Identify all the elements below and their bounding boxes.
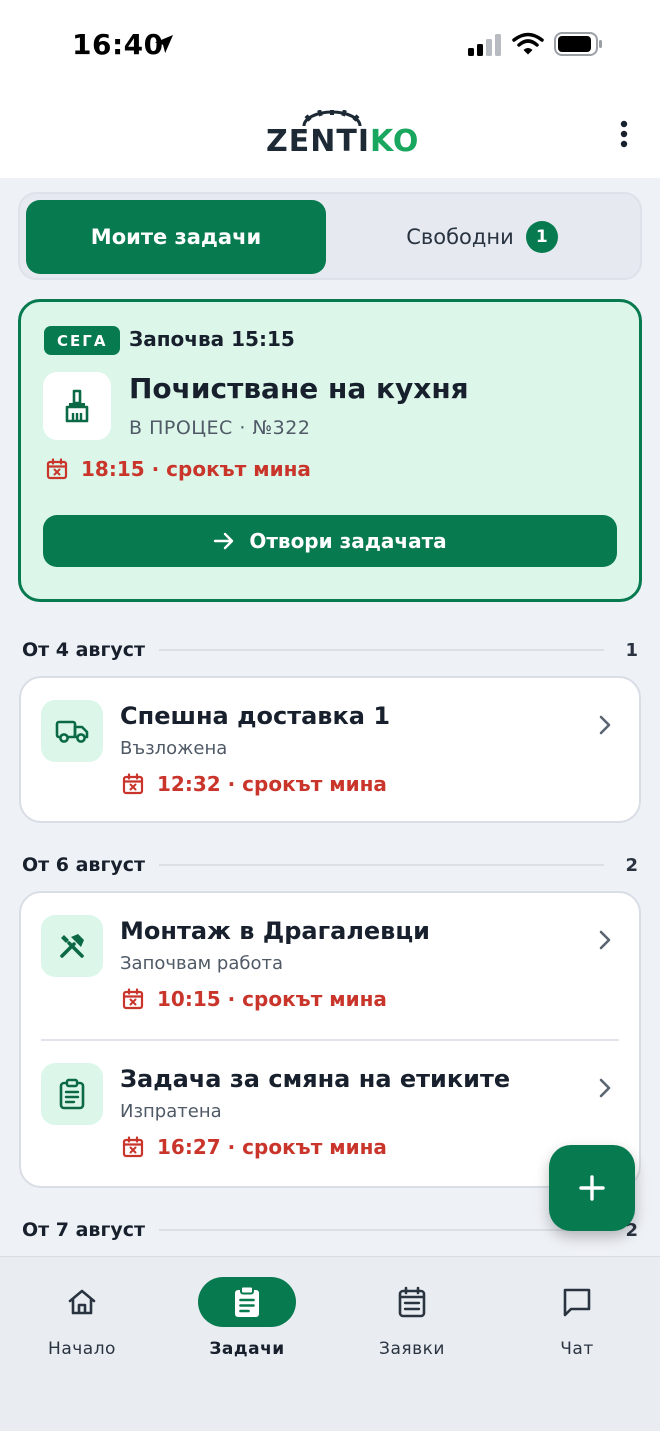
current-task-subtitle: В ПРОЦЕС · №322 xyxy=(129,417,311,439)
truck-icon xyxy=(55,720,89,743)
section-count: 2 xyxy=(625,854,638,876)
tools-icon xyxy=(60,934,84,958)
calendar-overdue-icon xyxy=(122,988,144,1010)
task-title: Задача за смяна на етиките xyxy=(120,1065,511,1093)
task-status: Започвам работа xyxy=(120,953,284,974)
task-row[interactable]: Задача за смяна на етиките Изпратена 16:… xyxy=(21,1041,639,1186)
task-tabs: Моите задачи Свободни 1 xyxy=(18,192,642,280)
nav-label-home: Начало xyxy=(48,1339,116,1359)
arrow-right-icon xyxy=(214,532,234,550)
logo-text: ZENTIKO xyxy=(266,124,419,159)
nav-icon-container xyxy=(528,1277,626,1327)
broom-icon xyxy=(65,389,89,423)
nav-label-chat: Чат xyxy=(560,1339,594,1359)
section-divider xyxy=(159,649,604,651)
nav-icon-container xyxy=(33,1277,131,1327)
chevron-right-icon xyxy=(599,930,611,950)
app-header: ZENTIKO xyxy=(0,90,660,178)
tasks-icon xyxy=(235,1285,259,1317)
chevron-right-icon xyxy=(599,715,611,735)
calendar-overdue-icon xyxy=(46,458,68,480)
tab-my-tasks[interactable]: Моите задачи xyxy=(26,200,326,274)
task-deadline: 16:27 · срокът мина xyxy=(121,1135,387,1159)
section-title: От 7 август xyxy=(22,1219,146,1241)
status-bar: 16:40 xyxy=(0,0,660,90)
task-card: Спешна доставка 1 Възложена 12:32 · срок… xyxy=(19,676,641,823)
section-title: От 6 август xyxy=(22,854,146,876)
home-icon xyxy=(68,1289,96,1315)
current-task-deadline: 18:15 · срокът мина xyxy=(45,457,311,481)
section-header: От 7 август 2 xyxy=(22,1218,638,1242)
task-icon-box xyxy=(41,1063,103,1125)
section-header: От 6 август 2 xyxy=(22,853,638,877)
section-title: От 4 август xyxy=(22,639,146,661)
task-title: Спешна доставка 1 xyxy=(120,702,391,730)
calendar-overdue-icon xyxy=(122,1136,144,1158)
task-deadline-text: 10:15 · срокът мина xyxy=(157,987,387,1011)
nav-label-requests: Заявки xyxy=(379,1339,445,1359)
task-icon-box xyxy=(41,915,103,977)
nav-item-requests[interactable]: Заявки xyxy=(352,1277,472,1377)
nav-icon-container xyxy=(363,1277,461,1327)
nav-item-chat[interactable]: Чат xyxy=(517,1277,637,1377)
app-screen: 16:40 ZENTIKO Моите задачи Свободни 1 СЕ… xyxy=(0,0,660,1431)
section-divider xyxy=(159,1229,604,1231)
now-badge: СЕГА xyxy=(44,326,121,355)
start-time: Започва 15:15 xyxy=(129,327,295,351)
chevron-right-icon xyxy=(599,1078,611,1098)
nav-icon-container xyxy=(198,1277,296,1327)
nav-item-home[interactable]: Начало xyxy=(22,1277,142,1377)
tab-free-tasks[interactable]: Свободни 1 xyxy=(328,200,636,274)
zentiko-logo: ZENTIKO xyxy=(266,110,418,159)
location-arrow-icon xyxy=(155,35,173,53)
nav-item-tasks[interactable]: Задачи xyxy=(187,1277,307,1377)
task-title: Монтаж в Драгалевци xyxy=(120,917,430,945)
calendar-icon xyxy=(398,1286,426,1318)
current-task-card[interactable]: СЕГА Започва 15:15 Почистване на кухня В… xyxy=(18,299,642,602)
nav-label-tasks: Задачи xyxy=(209,1339,285,1359)
task-deadline-text: 16:27 · срокът мина xyxy=(157,1135,387,1159)
task-deadline: 12:32 · срокът мина xyxy=(121,772,387,796)
add-task-button[interactable] xyxy=(549,1145,635,1231)
task-icon-box xyxy=(41,700,103,762)
current-task-deadline-text: 18:15 · срокът мина xyxy=(81,457,311,481)
cellular-signal-icon xyxy=(468,34,501,56)
free-count-badge: 1 xyxy=(525,221,558,253)
plus-icon xyxy=(579,1175,605,1201)
more-options-button[interactable] xyxy=(604,114,644,154)
wifi-icon xyxy=(512,32,544,55)
more-vertical-icon xyxy=(620,120,628,148)
task-row[interactable]: Монтаж в Драгалевци Започвам работа 10:1… xyxy=(21,893,639,1041)
open-task-button[interactable]: Отвори задачата xyxy=(43,515,617,567)
task-status: Изпратена xyxy=(120,1101,222,1122)
chat-icon xyxy=(563,1288,591,1317)
calendar-overdue-icon xyxy=(122,773,144,795)
task-row[interactable]: Спешна доставка 1 Възложена 12:32 · срок… xyxy=(21,678,639,821)
task-deadline-text: 12:32 · срокът мина xyxy=(157,772,387,796)
battery-icon xyxy=(554,32,602,56)
clipboard-icon xyxy=(59,1078,85,1110)
current-task-title: Почистване на кухня xyxy=(129,372,469,405)
section-divider xyxy=(159,864,604,866)
task-status: Възложена xyxy=(120,738,228,759)
tab-free-tasks-label: Свободни xyxy=(406,225,514,249)
tab-my-tasks-label: Моите задачи xyxy=(90,225,262,249)
logo-accent: KO xyxy=(369,124,420,159)
section-header: От 4 август 1 xyxy=(22,638,638,662)
status-time: 16:40 xyxy=(72,28,164,61)
task-card: Монтаж в Драгалевци Започвам работа 10:1… xyxy=(19,891,641,1188)
logo-main: ZENTI xyxy=(266,124,370,159)
bottom-navigation: Начало Задачи Заявки Чат xyxy=(0,1256,660,1431)
open-task-label: Отвори задачата xyxy=(249,529,447,553)
section-count: 1 xyxy=(625,639,638,661)
task-deadline: 10:15 · срокът мина xyxy=(121,987,387,1011)
task-icon-box xyxy=(43,372,111,440)
